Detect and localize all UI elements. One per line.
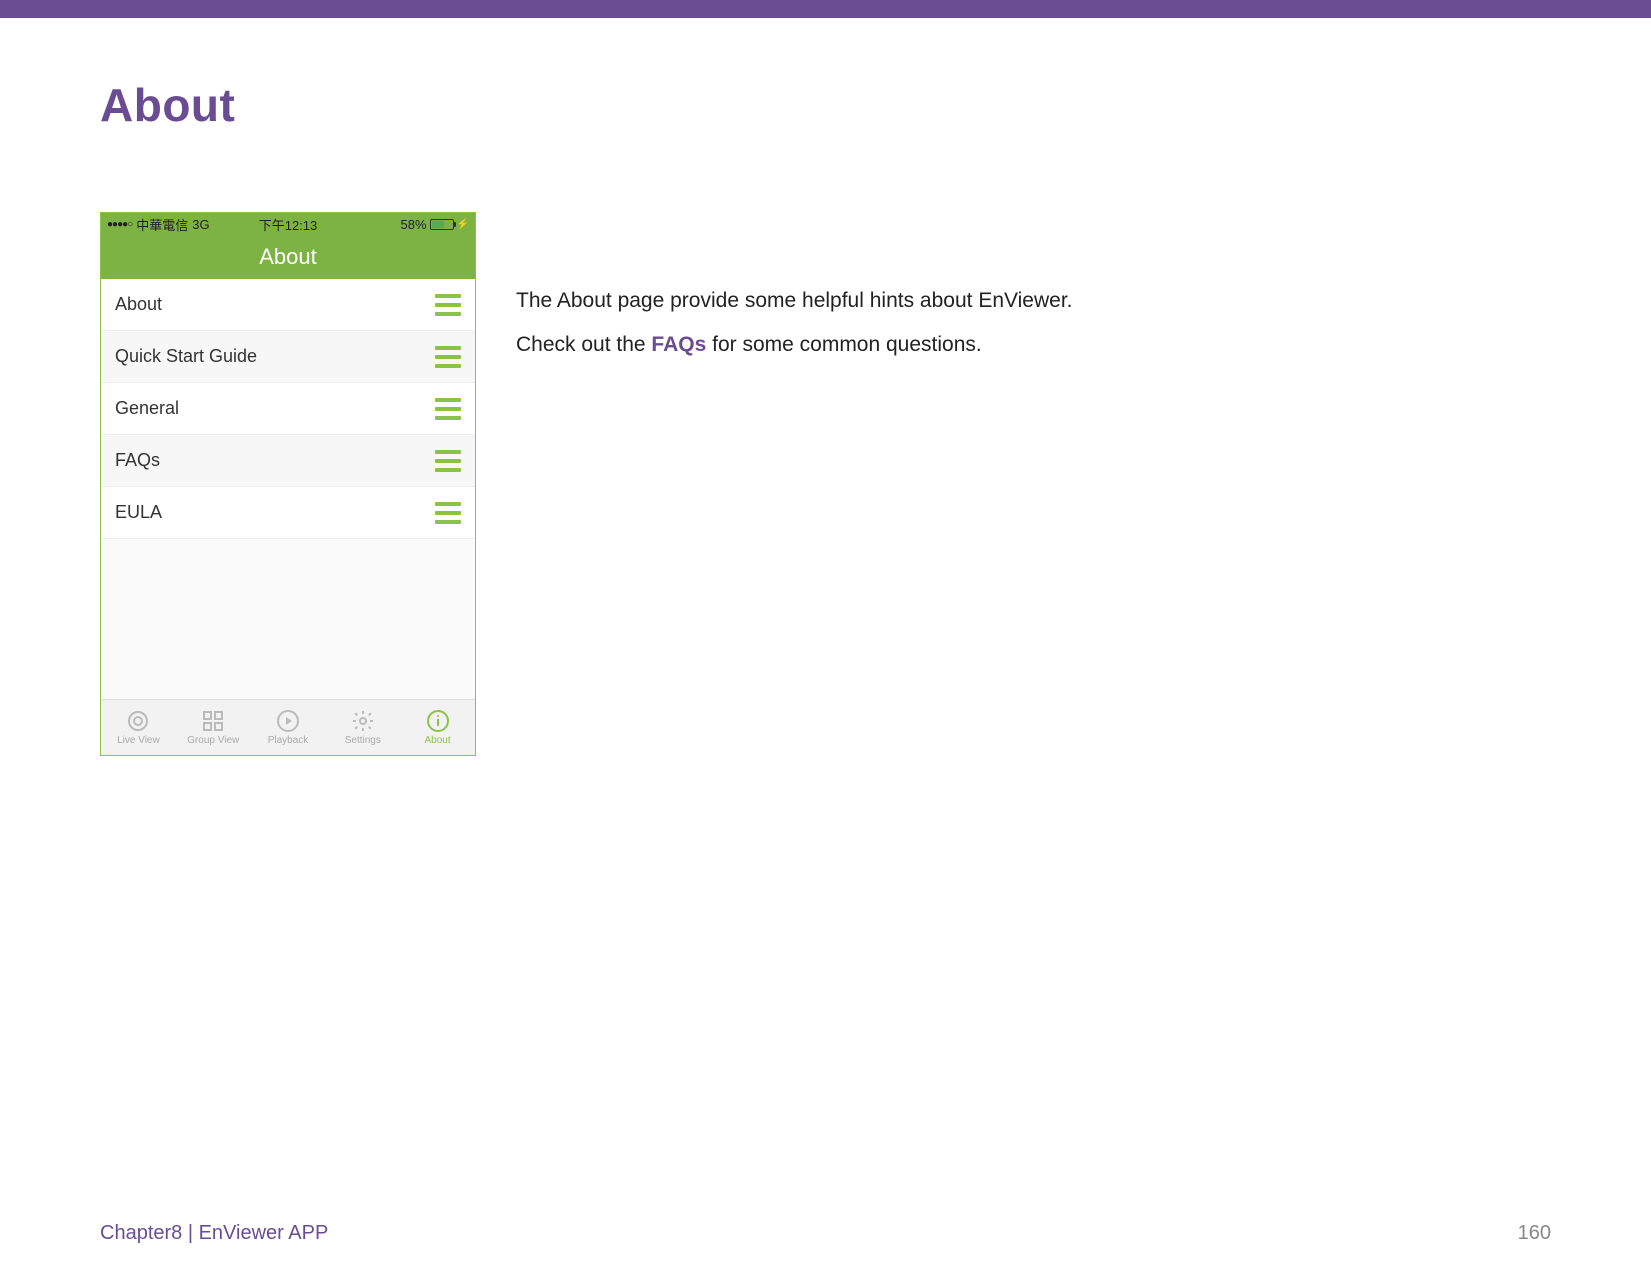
menu-icon (435, 398, 461, 420)
list-item[interactable]: General (101, 383, 475, 435)
footer-page-number: 160 (1518, 1222, 1551, 1245)
tab-settings[interactable]: Settings (325, 700, 400, 755)
list-item-label: EULA (115, 502, 162, 523)
list-item-label: FAQs (115, 450, 160, 471)
menu-icon (435, 346, 461, 368)
grid-icon (201, 709, 225, 733)
phone-screenshot: ●●●●○ 中華電信 3G 下午12:13 58% ⚡ About About (100, 212, 476, 756)
tab-group-view[interactable]: Group View (176, 700, 251, 755)
list-item[interactable]: EULA (101, 487, 475, 539)
body-line-2: Check out the FAQs for some common quest… (516, 326, 1073, 364)
network-label: 3G (192, 217, 209, 232)
status-time: 下午12:13 (259, 215, 318, 234)
page-title: About (100, 78, 1551, 132)
body-text: The About page provide some helpful hint… (516, 212, 1073, 756)
battery-percent-label: 58% (401, 217, 427, 232)
tab-label: Settings (345, 735, 381, 746)
signal-dots-icon: ●●●●○ (107, 219, 132, 230)
body-line-2-post: for some common questions. (706, 333, 981, 356)
tab-label: Playback (268, 735, 309, 746)
list-item-label: General (115, 398, 179, 419)
about-list: About Quick Start Guide General FAQs EUL… (101, 279, 475, 699)
tab-label: Live View (117, 735, 160, 746)
body-line-1: The About page provide some helpful hint… (516, 282, 1073, 320)
tab-label: Group View (187, 735, 239, 746)
carrier-label: 中華電信 (136, 215, 188, 234)
page-footer: Chapter8 | EnViewer APP 160 (100, 1222, 1551, 1245)
info-icon (426, 709, 450, 733)
list-item[interactable]: Quick Start Guide (101, 331, 475, 383)
menu-icon (435, 450, 461, 472)
phone-status-bar: ●●●●○ 中華電信 3G 下午12:13 58% ⚡ (101, 213, 475, 235)
menu-icon (435, 294, 461, 316)
tab-playback[interactable]: Playback (251, 700, 326, 755)
list-item[interactable]: FAQs (101, 435, 475, 487)
footer-chapter-label: Chapter8 | EnViewer APP (100, 1222, 328, 1245)
faqs-link[interactable]: FAQs (651, 333, 706, 356)
play-icon (276, 709, 300, 733)
tab-label: About (425, 735, 451, 746)
body-line-2-pre: Check out the (516, 333, 651, 356)
battery-icon (430, 219, 454, 230)
status-right: 58% ⚡ (401, 217, 469, 232)
list-item[interactable]: About (101, 279, 475, 331)
tab-about[interactable]: About (400, 700, 475, 755)
list-item-label: Quick Start Guide (115, 346, 257, 367)
list-item-label: About (115, 294, 162, 315)
status-left: ●●●●○ 中華電信 3G (107, 215, 210, 234)
tab-live-view[interactable]: Live View (101, 700, 176, 755)
menu-icon (435, 502, 461, 524)
charging-icon: ⚡ (457, 219, 469, 230)
page-top-bar (0, 0, 1651, 18)
phone-tab-bar: Live View Group View Playback (101, 699, 475, 755)
list-empty-space (101, 539, 475, 699)
gear-icon (351, 709, 375, 733)
target-icon (126, 709, 150, 733)
phone-nav-title: About (101, 235, 475, 279)
